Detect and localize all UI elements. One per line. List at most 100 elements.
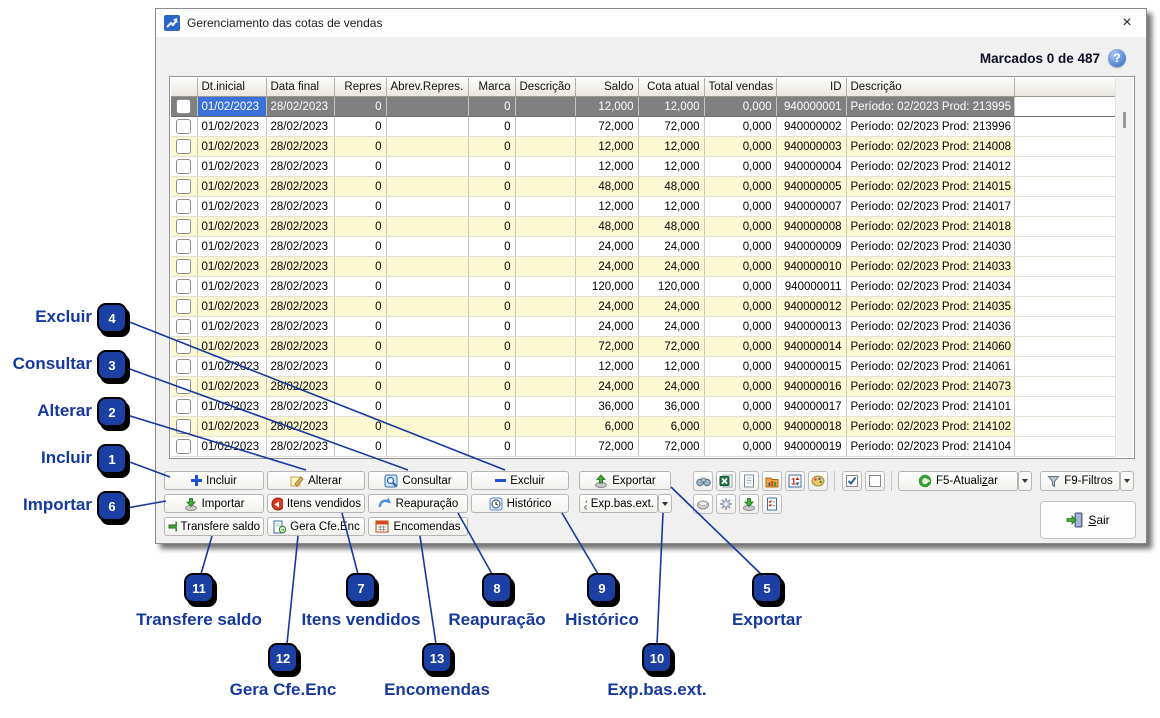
row-checkbox[interactable] <box>176 299 191 314</box>
settings-button[interactable] <box>716 494 736 514</box>
importar-button[interactable]: Importar <box>164 494 264 513</box>
row-checkbox[interactable] <box>176 219 191 234</box>
cell: 940000019 <box>776 437 846 457</box>
column-header[interactable]: Marca <box>468 78 515 97</box>
palette-button[interactable] <box>808 471 828 491</box>
row-checkbox[interactable] <box>176 199 191 214</box>
window-title: Gerenciamento das cotas de vendas <box>187 16 382 30</box>
folder-chart-button[interactable] <box>762 471 782 491</box>
table-row[interactable]: 01/02/202328/02/20230012,00012,0000,0009… <box>171 97 1116 117</box>
table-row[interactable]: 01/02/202328/02/20230024,00024,0000,0009… <box>171 317 1116 337</box>
column-order-button[interactable]: 1 <box>785 471 805 491</box>
document-button[interactable] <box>739 471 759 491</box>
column-header[interactable]: Descrição <box>846 78 1014 97</box>
excluir-button[interactable]: Excluir <box>471 471 569 490</box>
exp-bas-ext-icon <box>583 497 587 510</box>
uncheck-all-button[interactable] <box>865 471 885 491</box>
row-checkbox[interactable] <box>176 439 191 454</box>
exp-bas-ext-button[interactable]: Exp.bas.ext. <box>579 494 658 513</box>
column-header-select[interactable] <box>171 78 197 97</box>
cell-filler <box>1014 137 1116 157</box>
table-row[interactable]: 01/02/202328/02/20230036,00036,0000,0009… <box>171 397 1116 417</box>
itens-vendidos-button[interactable]: Itens vendidos <box>267 494 365 513</box>
cell: Período: 02/2023 Prod: 213995 <box>846 97 1014 117</box>
cell <box>515 417 575 437</box>
table-row[interactable]: 01/02/202328/02/20230012,00012,0000,0009… <box>171 197 1116 217</box>
import-base-button[interactable] <box>739 494 759 514</box>
titlebar[interactable]: Gerenciamento das cotas de vendas × <box>156 9 1146 37</box>
row-checkbox[interactable] <box>176 279 191 294</box>
reapuracao-button[interactable]: Reapuração <box>368 494 468 513</box>
row-checkbox[interactable] <box>176 399 191 414</box>
f5-dropdown[interactable] <box>1018 471 1032 491</box>
consultar-icon <box>384 474 398 488</box>
check-all-button[interactable] <box>842 471 862 491</box>
cell-filler <box>1014 337 1116 357</box>
consultar-button[interactable]: Consultar <box>368 471 468 490</box>
column-header[interactable]: Cota atual <box>638 78 704 97</box>
f9-filtros-button[interactable]: F9-Filtros <box>1040 471 1120 491</box>
column-header[interactable]: Saldo <box>575 78 638 97</box>
row-checkbox[interactable] <box>176 159 191 174</box>
alterar-button[interactable]: Alterar <box>267 471 365 490</box>
table-row[interactable]: 01/02/202328/02/2023006,0006,0000,000940… <box>171 417 1116 437</box>
table-row[interactable]: 01/02/202328/02/20230024,00024,0000,0009… <box>171 257 1116 277</box>
table-row[interactable]: 01/02/202328/02/20230048,00048,0000,0009… <box>171 177 1116 197</box>
row-checkbox[interactable] <box>176 139 191 154</box>
cell: 01/02/2023 <box>197 317 266 337</box>
column-header[interactable]: Descrição <box>515 78 575 97</box>
table-row[interactable]: 01/02/202328/02/20230012,00012,0000,0009… <box>171 157 1116 177</box>
table-row[interactable]: 01/02/202328/02/20230012,00012,0000,0009… <box>171 357 1116 377</box>
table-row[interactable]: 01/02/202328/02/20230024,00024,0000,0009… <box>171 377 1116 397</box>
exp-bas-ext-dropdown[interactable] <box>658 494 672 513</box>
row-checkbox[interactable] <box>176 99 191 114</box>
table-row[interactable]: 01/02/202328/02/20230072,00072,0000,0009… <box>171 437 1116 457</box>
historico-button[interactable]: Histórico <box>471 494 569 513</box>
cell: 48,000 <box>638 177 704 197</box>
cell: 0 <box>334 297 386 317</box>
table-row[interactable]: 01/02/202328/02/202300120,000120,0000,00… <box>171 277 1116 297</box>
checklist-button[interactable] <box>762 494 782 514</box>
row-checkbox[interactable] <box>176 319 191 334</box>
table-row[interactable]: 01/02/202328/02/20230024,00024,0000,0009… <box>171 237 1116 257</box>
row-checkbox[interactable] <box>176 119 191 134</box>
cell <box>515 357 575 377</box>
help-icon[interactable]: ? <box>1108 49 1126 67</box>
row-checkbox[interactable] <box>176 259 191 274</box>
row-checkbox[interactable] <box>176 379 191 394</box>
table-row[interactable]: 01/02/202328/02/20230072,00072,0000,0009… <box>171 337 1116 357</box>
exportar-button[interactable]: Exportar <box>579 471 671 490</box>
f5-atualizar-button[interactable]: F5-Atualizar <box>898 471 1018 491</box>
transfere-saldo-button[interactable]: Transfere saldo <box>164 517 264 536</box>
row-checkbox[interactable] <box>176 179 191 194</box>
cell: 0 <box>334 317 386 337</box>
encomendas-button[interactable]: Encomendas <box>368 517 468 536</box>
column-header[interactable]: Abrev.Repres. <box>386 78 468 97</box>
cell: 48,000 <box>638 217 704 237</box>
table-row[interactable]: 01/02/202328/02/20230012,00012,0000,0009… <box>171 137 1116 157</box>
gera-cfe-enc-button[interactable]: Gera Cfe.Enc <box>267 517 365 536</box>
column-header[interactable]: ID <box>776 78 846 97</box>
row-checkbox[interactable] <box>176 419 191 434</box>
f9-dropdown[interactable] <box>1120 471 1134 491</box>
excel-export-button[interactable] <box>716 471 736 491</box>
row-checkbox[interactable] <box>176 359 191 374</box>
close-button[interactable]: × <box>1116 15 1138 31</box>
table-row[interactable]: 01/02/202328/02/20230072,00072,0000,0009… <box>171 117 1116 137</box>
row-checkbox[interactable] <box>176 339 191 354</box>
row-checkbox[interactable] <box>176 239 191 254</box>
checklist-icon <box>766 497 778 511</box>
column-header[interactable]: Dt.inicial <box>197 78 266 97</box>
vertical-scrollbar[interactable] <box>1115 78 1133 457</box>
binoculars-button[interactable] <box>693 471 713 491</box>
column-header[interactable]: Total vendas <box>704 78 776 97</box>
incluir-button[interactable]: Incluir <box>164 471 264 490</box>
sair-button[interactable]: Sair <box>1040 501 1136 539</box>
scrollbar-thumb[interactable] <box>1123 112 1126 128</box>
column-header[interactable]: Data final <box>266 78 334 97</box>
column-header[interactable]: Repres <box>334 78 386 97</box>
table-row[interactable]: 01/02/202328/02/20230024,00024,0000,0009… <box>171 297 1116 317</box>
cell: 0 <box>334 117 386 137</box>
eraser-button[interactable] <box>693 494 713 514</box>
table-row[interactable]: 01/02/202328/02/20230048,00048,0000,0009… <box>171 217 1116 237</box>
